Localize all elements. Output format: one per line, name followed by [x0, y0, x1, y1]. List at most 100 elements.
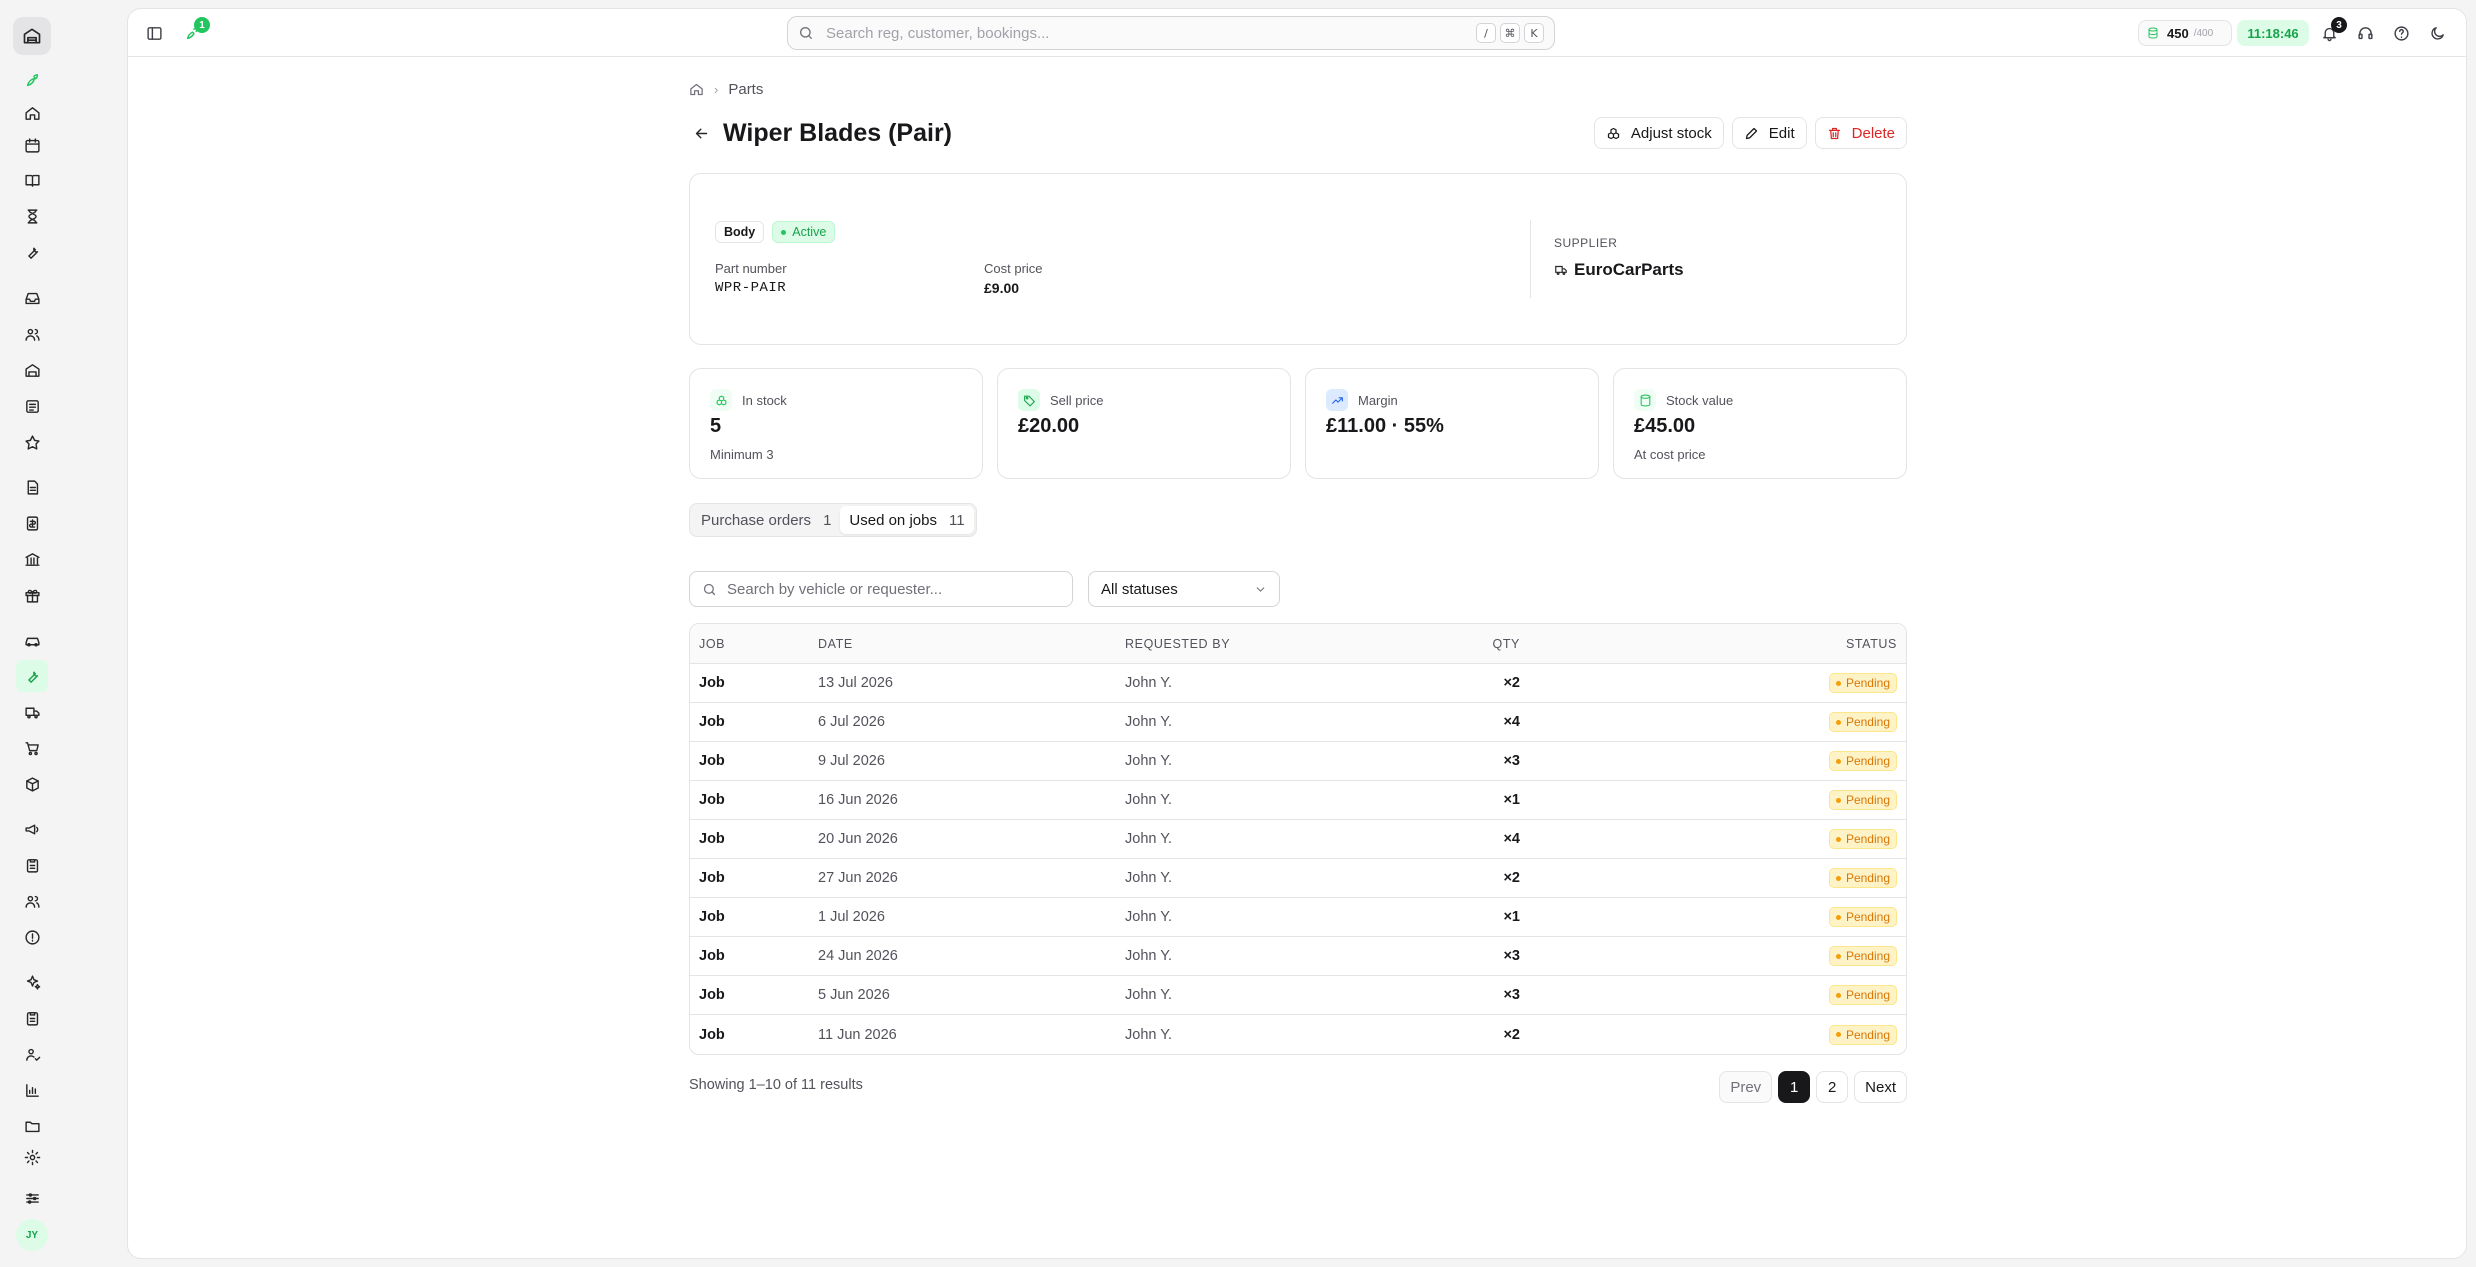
tab-purchase-orders[interactable]: Purchase orders 1 — [692, 506, 840, 534]
page-button-2[interactable]: 2 — [1816, 1071, 1849, 1103]
next-page-button[interactable]: Next — [1854, 1071, 1907, 1103]
cell-job[interactable]: Job — [690, 870, 818, 886]
cell-job[interactable]: Job — [690, 1027, 818, 1043]
cell-status: Pending — [1520, 868, 1906, 888]
supplier-name[interactable]: EuroCarParts — [1554, 260, 1684, 280]
rocket-button[interactable]: 1 — [180, 17, 210, 45]
status-dot — [1835, 680, 1841, 686]
theme-toggle-button[interactable] — [2425, 21, 2449, 45]
bar-chart-icon[interactable] — [20, 1078, 44, 1102]
star-icon[interactable] — [20, 430, 44, 454]
home-icon[interactable] — [20, 101, 44, 125]
rocket-icon[interactable] — [20, 68, 44, 92]
status-label: Pending — [1845, 871, 1890, 885]
inbox-icon[interactable] — [20, 286, 44, 310]
parts-wrench-icon[interactable] — [16, 660, 48, 692]
table-row[interactable]: Job 13 Jul 2026 John Y. ×2 Pending — [690, 664, 1906, 703]
wrench-icon[interactable] — [20, 240, 44, 264]
table-row[interactable]: Job 9 Jul 2026 John Y. ×3 Pending — [690, 742, 1906, 781]
table-row[interactable]: Job 11 Jun 2026 John Y. ×2 Pending — [690, 1015, 1906, 1054]
cell-job[interactable]: Job — [690, 753, 818, 769]
team-icon[interactable] — [20, 889, 44, 913]
checklist-icon[interactable] — [20, 1006, 44, 1030]
cell-status: Pending — [1520, 946, 1906, 966]
car-icon[interactable] — [20, 628, 44, 652]
clipboard-icon[interactable] — [20, 853, 44, 877]
breadcrumb-separator: › — [714, 82, 719, 97]
garage-logo[interactable] — [12, 17, 51, 55]
payments-icon[interactable] — [20, 511, 44, 535]
folder-icon[interactable] — [20, 1114, 44, 1138]
cell-job[interactable]: Job — [690, 792, 818, 808]
status-badge: Pending — [1828, 868, 1897, 888]
user-check-icon[interactable] — [20, 1042, 44, 1066]
header-status[interactable]: STATUS — [1520, 637, 1906, 651]
status-badge: Active — [772, 221, 836, 243]
sliders-icon[interactable] — [20, 1186, 44, 1210]
credits-badge[interactable]: 450 /400 — [2138, 20, 2232, 46]
alert-circle-icon[interactable] — [20, 925, 44, 949]
calendar-icon[interactable] — [20, 133, 44, 157]
status-badge: Pending — [1828, 946, 1897, 966]
shortcut-key: K — [1524, 23, 1544, 43]
table-row[interactable]: Job 27 Jun 2026 John Y. ×2 Pending — [690, 859, 1906, 898]
table-row[interactable]: Job 1 Jul 2026 John Y. ×1 Pending — [690, 898, 1906, 937]
cell-requested-by: John Y. — [1125, 792, 1173, 808]
cell-job[interactable]: Job — [690, 909, 818, 925]
cell-requested-by: John Y. — [1125, 948, 1173, 964]
sidebar-toggle-button[interactable] — [142, 21, 166, 45]
cart-icon[interactable] — [20, 736, 44, 760]
hourglass-icon[interactable] — [20, 204, 44, 228]
back-button[interactable] — [689, 121, 713, 145]
truck-icon[interactable] — [20, 700, 44, 724]
table-row[interactable]: Job 20 Jun 2026 John Y. ×4 Pending — [690, 820, 1906, 859]
header-requested-by[interactable]: REQUESTED BY — [1125, 637, 1365, 651]
page-button-1[interactable]: 1 — [1778, 1071, 1811, 1103]
stat-head: Margin — [1326, 389, 1398, 411]
global-search-input[interactable] — [826, 24, 1472, 42]
global-search[interactable]: / ⌘ K — [787, 16, 1555, 50]
bank-icon[interactable] — [20, 547, 44, 571]
cell-job[interactable]: Job — [690, 987, 818, 1003]
jobs-search-input[interactable] — [727, 580, 1060, 598]
edit-button[interactable]: Edit — [1731, 117, 1807, 149]
support-button[interactable] — [2353, 21, 2377, 45]
cell-job[interactable]: Job — [690, 948, 818, 964]
breadcrumb-parts-link[interactable]: Parts — [728, 81, 763, 98]
header-qty[interactable]: QTY — [1365, 637, 1520, 651]
megaphone-icon[interactable] — [20, 817, 44, 841]
tab-label: Used on jobs — [849, 511, 937, 529]
cell-job[interactable]: Job — [690, 714, 818, 730]
book-icon[interactable] — [20, 168, 44, 192]
delete-button[interactable]: Delete — [1814, 117, 1907, 149]
adjust-stock-button[interactable]: Adjust stock — [1593, 117, 1724, 149]
table-row[interactable]: Job 16 Jun 2026 John Y. ×1 Pending — [690, 781, 1906, 820]
jobs-search[interactable] — [689, 571, 1073, 607]
status-filter-select[interactable]: All statuses — [1088, 571, 1280, 607]
package-icon[interactable] — [20, 772, 44, 796]
page-actions: Adjust stock Edit Delete — [1593, 117, 1907, 149]
table-row[interactable]: Job 5 Jun 2026 John Y. ×3 Pending — [690, 976, 1906, 1015]
adjust-stock-label: Adjust stock — [1630, 124, 1712, 142]
avatar[interactable]: JY — [16, 1219, 48, 1251]
help-button[interactable] — [2389, 21, 2413, 45]
header-date[interactable]: DATE — [818, 637, 1125, 651]
table-row[interactable]: Job 6 Jul 2026 John Y. ×4 Pending — [690, 703, 1906, 742]
notifications-button[interactable]: 3 — [2317, 17, 2347, 45]
customers-icon[interactable] — [20, 322, 44, 346]
cell-job[interactable]: Job — [690, 831, 818, 847]
document-icon[interactable] — [20, 475, 44, 499]
settings-icon[interactable] — [20, 1145, 44, 1169]
pencil-icon — [1745, 127, 1757, 139]
tab-used-on-jobs[interactable]: Used on jobs 11 — [840, 506, 974, 534]
home-icon[interactable] — [689, 82, 704, 97]
sparkles-icon[interactable] — [20, 970, 44, 994]
cell-job[interactable]: Job — [690, 675, 818, 691]
cell-qty: ×1 — [1503, 792, 1520, 808]
garage-icon[interactable] — [20, 358, 44, 382]
prev-page-button[interactable]: Prev — [1719, 1071, 1773, 1103]
table-row[interactable]: Job 24 Jun 2026 John Y. ×3 Pending — [690, 937, 1906, 976]
gift-icon[interactable] — [20, 583, 44, 607]
invoice-icon[interactable] — [20, 394, 44, 418]
header-job[interactable]: JOB — [690, 637, 818, 651]
